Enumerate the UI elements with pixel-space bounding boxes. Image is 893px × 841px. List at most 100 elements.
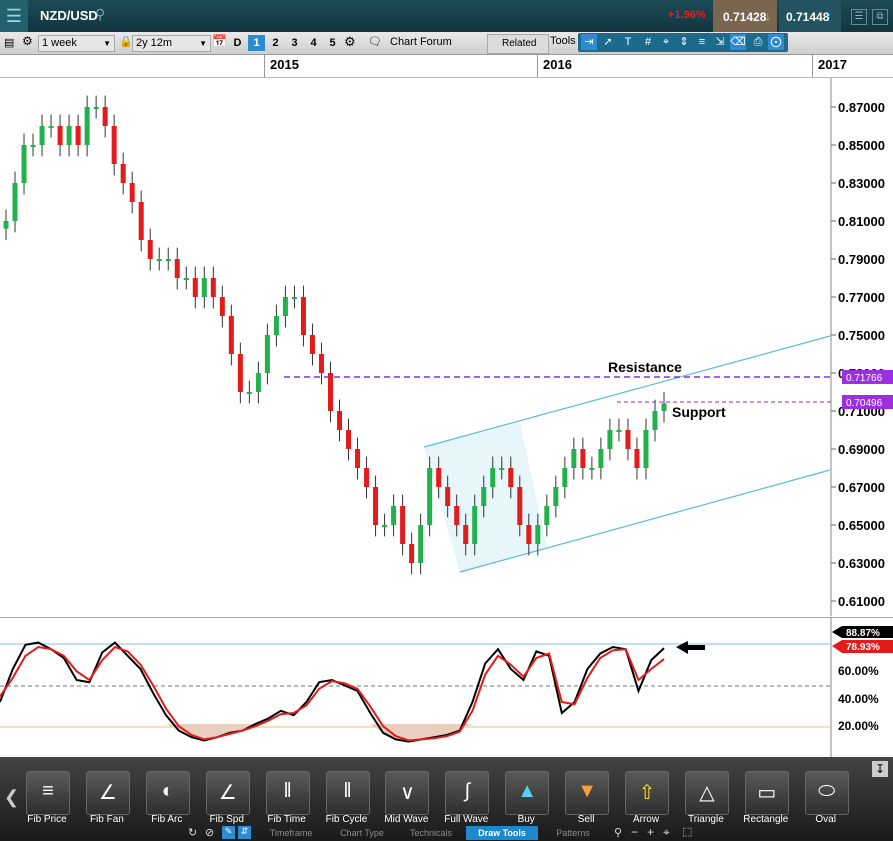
crosshair-icon[interactable]: ⌖ <box>658 34 674 50</box>
candle-body <box>616 430 622 432</box>
refresh-icon[interactable]: ↻ <box>188 826 197 839</box>
tool-fib-time-button[interactable]: ‖ <box>265 771 310 815</box>
popout-icon[interactable]: ⧉ <box>872 9 888 25</box>
hamburger-menu-icon[interactable]: ☰ <box>0 0 28 32</box>
layout-icon[interactable]: ▤ <box>4 36 14 49</box>
eraser-icon[interactable]: ⌫ <box>730 34 746 50</box>
year-divider <box>537 55 538 77</box>
horizontal-line-icon[interactable]: ⇥ <box>581 34 597 50</box>
tool-fib-price-button[interactable]: ≡ <box>26 771 70 815</box>
buy-button[interactable]: 0.71448 ↑ <box>779 0 841 32</box>
trendline-icon[interactable]: ➚ <box>600 34 616 50</box>
support-tag-label: 0.70496 <box>846 398 883 409</box>
sell-button[interactable]: 0.71428 ↓ <box>713 0 777 32</box>
print-icon[interactable]: ⎙ <box>750 34 766 50</box>
tool-fib-cycle-button[interactable]: ‖ <box>325 771 370 815</box>
candle-body <box>291 297 297 299</box>
fib-fan-icon: ∠ <box>98 782 117 804</box>
text-icon[interactable]: T <box>620 34 636 50</box>
candle-body <box>364 468 370 487</box>
tool-mid-wave-button[interactable]: ∨ <box>385 771 430 815</box>
grid-icon[interactable]: # <box>640 34 656 50</box>
measure-icon[interactable]: ⇲ <box>712 34 728 50</box>
candle-body <box>147 240 153 259</box>
channel-icon[interactable]: ⇕ <box>676 34 692 50</box>
tool-full-wave-button[interactable]: ∫ <box>445 771 490 815</box>
tool-triangle-button[interactable]: △ <box>684 771 729 815</box>
tab-timeframe[interactable]: Timeframe <box>258 826 324 840</box>
down-arrow-icon: ↓ <box>765 9 771 23</box>
tool-fib-arc-button[interactable]: ◐ <box>145 771 190 815</box>
chevron-down-icon: ▼ <box>199 39 207 48</box>
candle-body <box>589 468 595 470</box>
date-axis: 2015 2016 2017 <box>0 55 893 78</box>
tool-oval-button[interactable]: ⬭ <box>804 771 849 815</box>
tools-label: Tools <box>550 35 576 47</box>
candle-body <box>463 525 469 544</box>
search-icon[interactable]: ⚲ <box>95 6 105 23</box>
collapse-icon[interactable]: ↧ <box>872 761 888 777</box>
fit-icon[interactable]: ⬚ <box>682 825 692 838</box>
stochastic-panel[interactable]: 60.00% 40.00% 20.00% 88.87% 78.93% <box>0 617 893 757</box>
period-2[interactable]: 2 <box>267 35 284 51</box>
candle-body <box>661 403 667 411</box>
settings-gear-icon[interactable]: ⚙ <box>344 34 356 50</box>
lock-icon[interactable]: 🔒 <box>119 35 133 48</box>
magnet-icon[interactable]: ⨀ <box>768 34 784 50</box>
candle-body <box>129 183 135 202</box>
settings-icon[interactable]: ☰ <box>851 9 867 25</box>
candle-body <box>318 354 324 373</box>
zoom-icon[interactable]: ⚲ <box>614 826 622 839</box>
candle-body <box>625 430 631 449</box>
price-tick-label: 0.85000 <box>838 138 885 153</box>
tool-fib-fan-button[interactable]: ∠ <box>85 771 130 815</box>
chat-icon[interactable]: 🗨 <box>368 35 382 48</box>
calendar-icon[interactable]: 📅 <box>212 34 227 48</box>
candle-body <box>102 107 108 126</box>
tab-draw-tools[interactable]: Draw Tools <box>466 826 538 840</box>
tab-technicals[interactable]: Technicals <box>400 826 462 840</box>
candle-body <box>427 468 433 525</box>
tool-rectangle-button[interactable]: ▭ <box>744 771 789 815</box>
tab-patterns[interactable]: Patterns <box>542 826 604 840</box>
pencil-icon[interactable]: ✎ <box>222 826 235 839</box>
tool-sell-button[interactable]: ▼ <box>565 771 610 815</box>
interval-select[interactable]: 1 week ▼ <box>38 35 115 52</box>
candle-body <box>75 126 81 145</box>
candle-body <box>454 506 460 525</box>
candle-body <box>219 297 225 316</box>
price-chart[interactable]: 0.87000 0.85000 0.83000 0.81000 0.79000 0.770… <box>0 78 893 616</box>
candle-body <box>373 487 379 525</box>
range-select[interactable]: 2y 12m ▼ <box>132 35 211 52</box>
tool-buy-button[interactable]: ▲ <box>505 771 550 815</box>
related-button[interactable]: Related <box>487 34 549 54</box>
period-d[interactable]: D <box>229 35 246 51</box>
period-4[interactable]: 4 <box>305 35 322 51</box>
period-1[interactable]: 1 <box>248 35 265 51</box>
block-icon[interactable]: ⊘ <box>205 826 214 839</box>
candle-body <box>652 411 658 430</box>
candle-body <box>526 525 532 544</box>
mid-wave-icon: ∨ <box>400 782 415 804</box>
oval-icon: ⬭ <box>818 780 836 802</box>
sort-icon[interactable]: ⇵ <box>238 826 251 839</box>
period-3[interactable]: 3 <box>286 35 303 51</box>
tool-fib-spd-button[interactable]: ∠ <box>205 771 250 815</box>
gear-icon[interactable]: ⚙ <box>22 34 33 48</box>
fib-cycle-icon: ‖ <box>343 780 352 802</box>
tool-arrow-button[interactable]: ⇧ <box>625 771 669 815</box>
candle-body <box>165 259 171 261</box>
tab-chart-type[interactable]: Chart Type <box>327 826 397 840</box>
period-5[interactable]: 5 <box>324 35 341 51</box>
candle-body <box>580 449 586 468</box>
candle-body <box>598 449 604 468</box>
candle-body <box>544 506 550 525</box>
crosshair-icon[interactable]: ⌖ <box>663 825 670 840</box>
tool-label: Oval <box>815 814 836 825</box>
zoom-in-icon[interactable]: + <box>647 825 654 839</box>
levels-icon[interactable]: ≡ <box>694 34 710 50</box>
chart-forum-link[interactable]: Chart Forum <box>390 36 452 48</box>
scroll-left-icon[interactable]: ❮ <box>4 787 19 808</box>
zoom-out-icon[interactable]: − <box>631 825 638 839</box>
candle-body <box>201 278 207 297</box>
